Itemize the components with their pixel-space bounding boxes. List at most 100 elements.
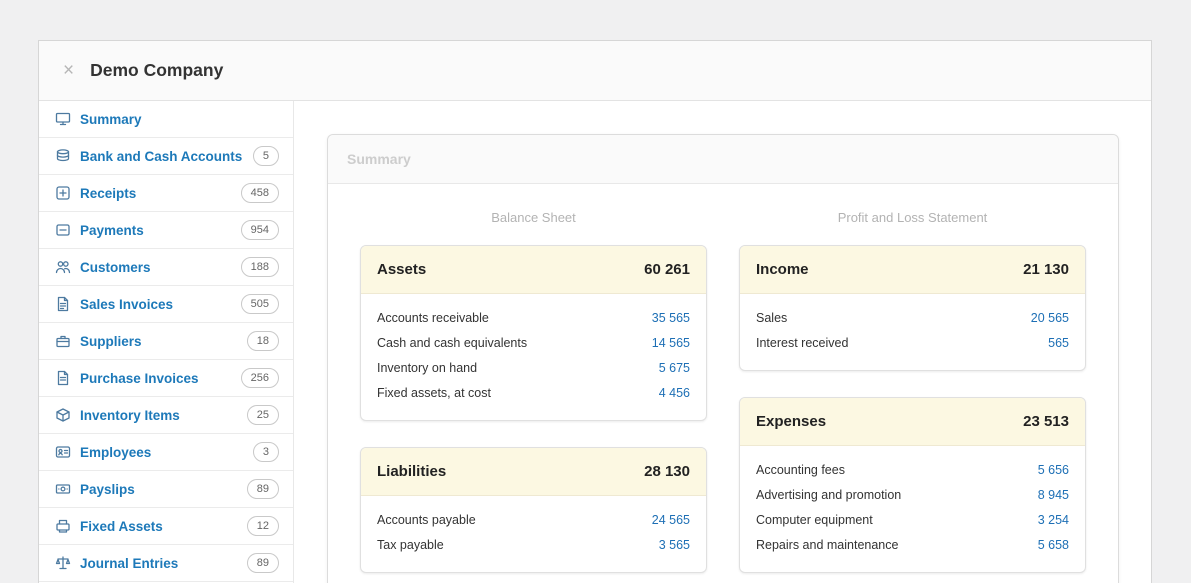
sidebar-item-label: Fixed Assets [80,518,163,534]
count-badge: 458 [240,183,279,203]
summary-panel: Summary Balance Sheet Assets 60 261 Acco… [327,134,1119,583]
account-label: Fixed assets, at cost [377,386,491,400]
balance-sheet-heading: Balance Sheet [491,210,576,225]
receipts-icon [55,185,71,201]
account-label: Accounts receivable [377,311,489,325]
account-value-link[interactable]: 8 945 [1038,488,1069,503]
sidebar-item-label: Suppliers [80,333,142,349]
count-badge: 12 [246,516,279,536]
payments-icon [55,222,71,238]
sidebar-item-employees[interactable]: Employees 3 [39,434,293,471]
liabilities-card: Liabilities 28 130 Accounts payable 24 5… [360,447,707,573]
sidebar-item-label: Employees [80,444,152,460]
sidebar-item-suppliers[interactable]: Suppliers 18 [39,323,293,360]
account-row: Computer equipment 3 254 [756,508,1069,533]
assets-card-total: 60 261 [644,261,690,278]
account-row: Accounts payable 24 565 [377,508,690,533]
account-value-link[interactable]: 20 565 [1031,311,1069,326]
sidebar-item-label: Payslips [80,481,135,497]
sidebar-item-bank-and-cash-accounts[interactable]: Bank and Cash Accounts 5 [39,138,293,175]
account-row: Sales 20 565 [756,306,1069,331]
account-value-link[interactable]: 35 565 [652,311,690,326]
sidebar-item-label: Summary [80,111,142,127]
assets-card: Assets 60 261 Accounts receivable 35 565… [360,245,707,421]
payslips-icon [55,481,71,497]
sidebar-item-payments[interactable]: Payments 954 [39,212,293,249]
account-label: Accounting fees [756,463,845,477]
expenses-card: Expenses 23 513 Accounting fees 5 656 Ad… [739,397,1086,573]
sidebar-item-customers[interactable]: Customers 188 [39,249,293,286]
count-badge: 89 [246,479,279,499]
account-label: Accounts payable [377,513,476,527]
count-badge: 256 [240,368,279,388]
balance-sheet-column: Balance Sheet Assets 60 261 Accounts rec… [360,210,707,583]
account-label: Repairs and maintenance [756,538,899,552]
sales-invoices-icon [55,296,71,312]
account-label: Computer equipment [756,513,873,527]
account-value-link[interactable]: 24 565 [652,513,690,528]
expenses-card-total: 23 513 [1023,413,1069,430]
account-row: Cash and cash equivalents 14 565 [377,331,690,356]
income-card: Income 21 130 Sales 20 565 Interest rece… [739,245,1086,371]
purchase-invoices-icon [55,370,71,386]
close-icon[interactable]: × [63,61,74,80]
income-card-total: 21 130 [1023,261,1069,278]
sidebar-item-payslips[interactable]: Payslips 89 [39,471,293,508]
account-row: Repairs and maintenance 5 658 [756,533,1069,558]
summary-icon [55,111,71,127]
fixed-assets-icon [55,518,71,534]
sidebar-item-journal-entries[interactable]: Journal Entries 89 [39,545,293,582]
sidebar-item-label: Payments [80,222,144,238]
count-badge: 25 [246,405,279,425]
liabilities-card-title: Liabilities [377,463,447,480]
profit-loss-heading: Profit and Loss Statement [837,210,988,225]
account-row: Fixed assets, at cost 4 456 [377,381,690,406]
count-badge: 954 [240,220,279,240]
expenses-card-title: Expenses [756,413,827,430]
sidebar-item-label: Sales Invoices [80,296,174,312]
account-row: Accounts receivable 35 565 [377,306,690,331]
account-value-link[interactable]: 565 [1048,336,1069,351]
sidebar-item-sales-invoices[interactable]: Sales Invoices 505 [39,286,293,323]
sidebar: Summary Bank and Cash Accounts 5 Receipt… [39,101,294,583]
count-badge: 3 [252,442,279,462]
account-value-link[interactable]: 4 456 [659,386,690,401]
sidebar-item-label: Journal Entries [80,555,179,571]
sidebar-item-label: Receipts [80,185,137,201]
account-label: Sales [756,311,788,325]
sidebar-item-inventory-items[interactable]: Inventory Items 25 [39,397,293,434]
account-value-link[interactable]: 5 675 [659,361,690,376]
liabilities-card-total: 28 130 [644,463,690,480]
account-label: Cash and cash equivalents [377,336,528,350]
suppliers-icon [55,333,71,349]
sidebar-item-summary[interactable]: Summary [39,101,293,138]
count-badge: 18 [246,331,279,351]
account-label: Advertising and promotion [756,488,902,502]
account-value-link[interactable]: 14 565 [652,336,690,351]
income-card-title: Income [756,261,809,278]
bank-icon [55,148,71,164]
account-value-link[interactable]: 5 656 [1038,463,1069,478]
summary-panel-title: Summary [328,135,1118,184]
sidebar-item-label: Bank and Cash Accounts [80,148,243,164]
company-title: Demo Company [90,60,224,80]
app-window: × Demo Company Summary Bank and Cash Acc… [38,40,1152,583]
account-label: Tax payable [377,538,444,552]
account-label: Inventory on hand [377,361,478,375]
sidebar-item-purchase-invoices[interactable]: Purchase Invoices 256 [39,360,293,397]
account-row: Interest received 565 [756,331,1069,356]
main-content: Summary Balance Sheet Assets 60 261 Acco… [294,101,1151,583]
inventory-items-icon [55,407,71,423]
company-header: × Demo Company [39,41,1151,101]
count-badge: 5 [252,146,279,166]
sidebar-item-fixed-assets[interactable]: Fixed Assets 12 [39,508,293,545]
sidebar-item-label: Customers [80,259,151,275]
account-value-link[interactable]: 3 254 [1038,513,1069,528]
employees-icon [55,444,71,460]
count-badge: 89 [246,553,279,573]
account-value-link[interactable]: 3 565 [659,538,690,553]
sidebar-item-receipts[interactable]: Receipts 458 [39,175,293,212]
sidebar-item-label: Inventory Items [80,407,180,423]
account-value-link[interactable]: 5 658 [1038,538,1069,553]
account-row: Tax payable 3 565 [377,533,690,558]
